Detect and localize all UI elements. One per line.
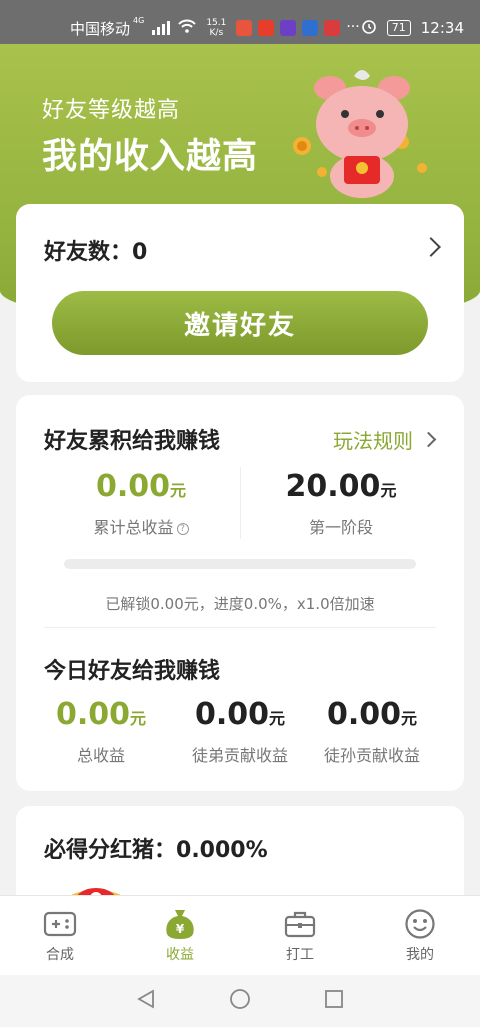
today-total-unit: 元 (130, 709, 147, 728)
bottom-tab-bar: 合成 ¥ 收益 打工 我的 (0, 895, 480, 975)
rules-link[interactable]: 玩法规则 (333, 425, 437, 454)
friends-count-label: 好友数： (44, 240, 133, 265)
chevron-right-icon[interactable] (421, 237, 441, 257)
today-total-value: 0.00 (55, 697, 130, 732)
signal-icon (152, 21, 171, 35)
wifi-icon (178, 19, 197, 37)
section-divider (44, 627, 436, 628)
total-earnings-unit: 元 (170, 481, 187, 500)
alarm-icon (361, 18, 377, 38)
friends-count-row[interactable]: 好友数：0 (44, 234, 147, 266)
tab-label: 收益 (166, 946, 194, 963)
tab-label: 合成 (46, 946, 74, 963)
today-title: 今日好友给我赚钱 (44, 659, 221, 684)
svg-text:¥: ¥ (176, 922, 185, 936)
tab-mine[interactable]: 我的 (360, 896, 480, 975)
rules-label: 玩法规则 (333, 429, 413, 453)
accumulate-title: 好友累积给我赚钱 (44, 429, 221, 454)
app-notification-icon (258, 20, 275, 36)
chevron-right-icon (420, 431, 437, 448)
progress-text: 已解锁0.00元，进度0.0%，x1.0倍加速 (105, 595, 375, 613)
smiley-icon (402, 908, 438, 940)
tab-label: 我的 (406, 946, 434, 963)
network-type: 4G (133, 16, 145, 25)
total-earnings-value: 0.00 (95, 469, 170, 504)
clock: 12:34 (420, 19, 464, 37)
help-icon[interactable]: ? (176, 522, 189, 535)
app-notification-icon (324, 20, 341, 36)
grand-apprentice-stat: 0.00元 徒孙贡献收益 (292, 697, 452, 766)
tab-work[interactable]: 打工 (240, 896, 360, 975)
friends-count-value: 0 (132, 240, 148, 265)
recents-icon[interactable] (323, 988, 345, 1014)
app-notification-icon (236, 20, 253, 36)
tab-synthesize[interactable]: 合成 (0, 896, 120, 975)
dividend-row: 必得分红猪：0.000% (44, 832, 268, 864)
battery-icon: 71 (386, 20, 411, 36)
tab-earnings[interactable]: ¥ 收益 (120, 896, 240, 975)
dividend-value: 0.000% (176, 838, 268, 863)
total-earnings-stat: 0.00元 累计总收益? (46, 469, 236, 538)
grand-apprentice-value: 0.00 (326, 697, 401, 732)
stage-stat: 20.00元 第一阶段 (246, 469, 436, 538)
grand-apprentice-label: 徒孙贡献收益 (323, 746, 420, 765)
money-bag-icon: ¥ (162, 908, 198, 940)
stat-divider (240, 467, 241, 539)
carrier-label: 中国移动 (70, 19, 131, 38)
tab-label: 打工 (286, 946, 314, 963)
stage-label: 第一阶段 (308, 518, 373, 537)
system-nav-bar (0, 975, 480, 1027)
hero-subtitle: 好友等级越高 (42, 98, 181, 123)
progress-bar (64, 559, 416, 569)
home-icon[interactable] (229, 988, 251, 1014)
hero-title: 我的收入越高 (42, 137, 259, 177)
briefcase-icon (282, 908, 318, 940)
invite-friends-button[interactable]: 邀请好友 (52, 291, 428, 355)
more-icon: ··· (346, 19, 360, 35)
app-notification-icon (302, 20, 319, 36)
friends-card[interactable]: 好友数：0 邀请好友 (16, 204, 464, 382)
gamepad-icon (42, 908, 78, 940)
apprentice-value: 0.00 (194, 697, 269, 732)
apprentice-unit: 元 (269, 709, 286, 728)
back-icon[interactable] (135, 988, 157, 1014)
earnings-card: 好友累积给我赚钱 玩法规则 0.00元 累计总收益? 20.00元 第一阶段 已… (16, 395, 464, 791)
network-speed: 15.1 K/s (206, 18, 227, 38)
notification-icons: ··· (236, 19, 360, 36)
stage-unit: 元 (380, 481, 397, 500)
stage-value: 20.00 (285, 469, 381, 504)
pig-mascot-icon (293, 70, 427, 198)
app-notification-icon (280, 20, 297, 36)
dividend-label: 必得分红猪： (44, 838, 177, 863)
grand-apprentice-unit: 元 (401, 709, 418, 728)
total-earnings-label: 累计总收益 (93, 518, 174, 537)
